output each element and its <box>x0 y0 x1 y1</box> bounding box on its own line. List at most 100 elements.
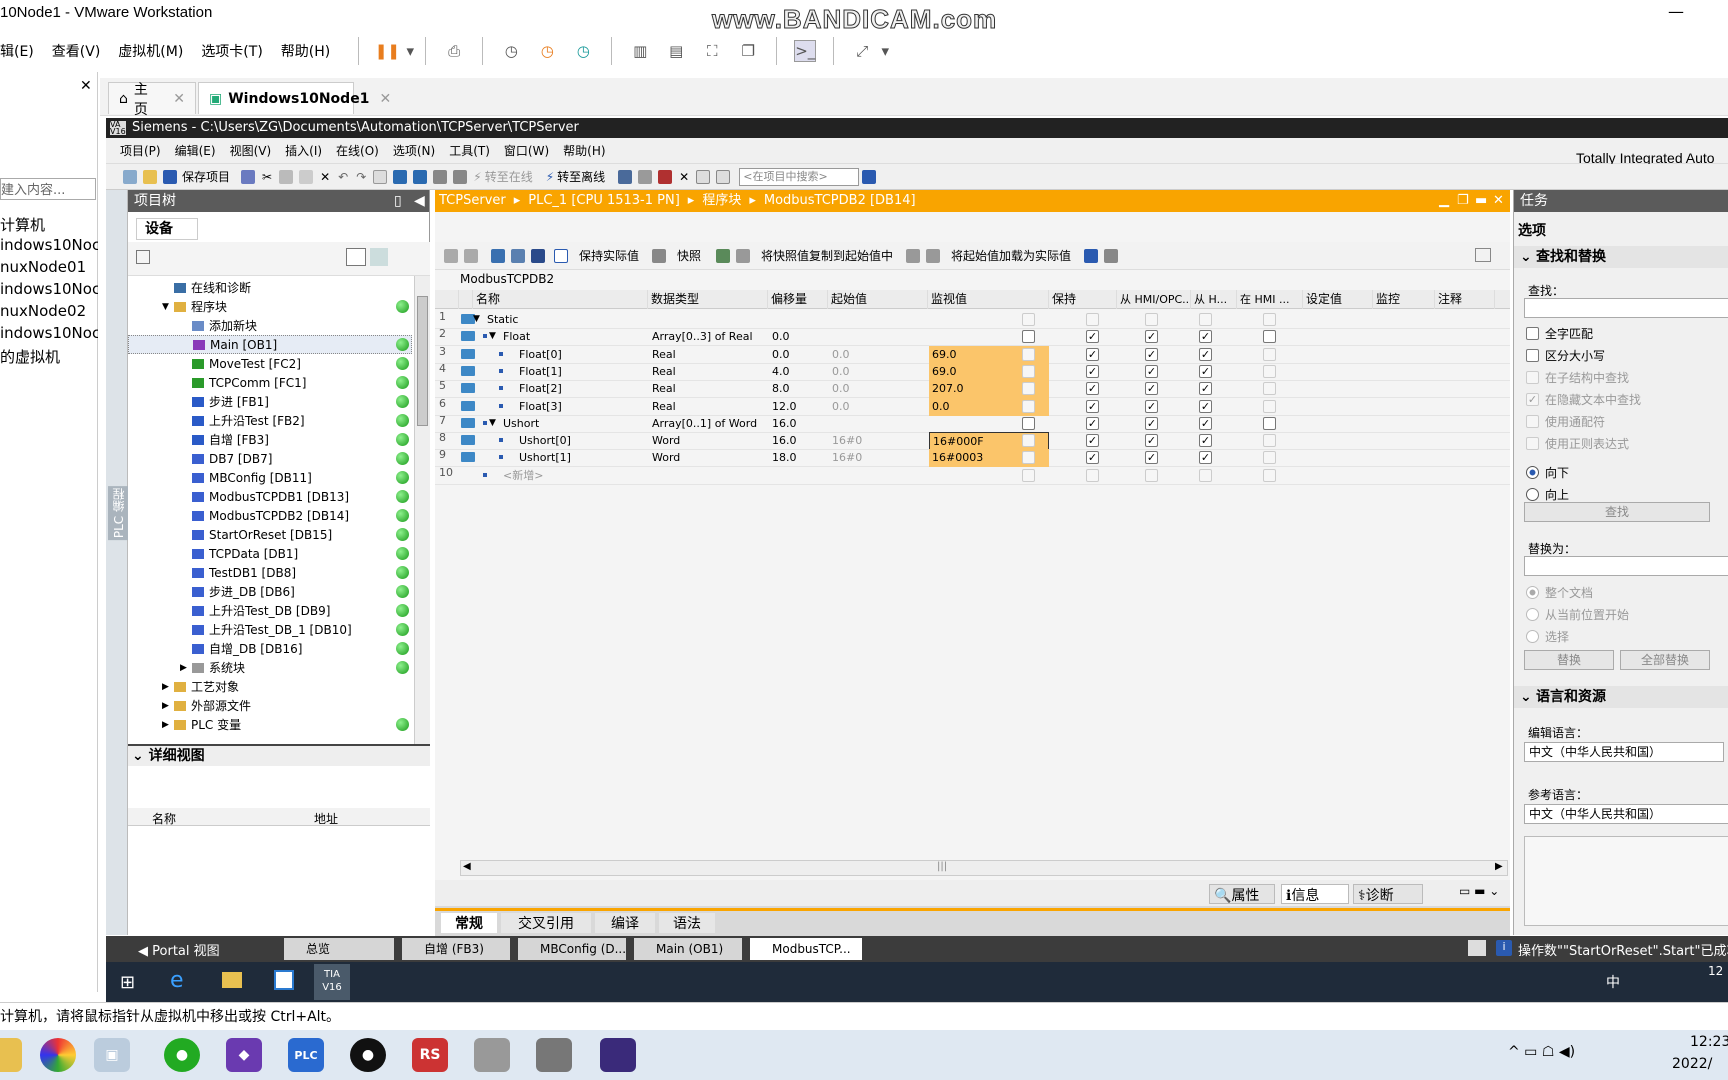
keep-actual-values-button[interactable]: 保持实际值 <box>579 247 639 264</box>
column-comment[interactable]: 注释 <box>1435 290 1495 309</box>
tab-properties[interactable]: 🔍属性 <box>1209 884 1275 904</box>
tree-item[interactable]: 上升沿Test_DB_1 [DB10] <box>128 620 412 639</box>
retain-checkbox[interactable] <box>1022 416 1035 430</box>
menu-help[interactable]: 帮助(H) <box>281 41 330 61</box>
minimize-button[interactable]: — <box>1668 2 1684 21</box>
accessible-devices-icon[interactable] <box>618 169 633 184</box>
tray-icons[interactable]: ^ ▭ ☖ ◀) <box>1508 1044 1575 1060</box>
fullscreen-icon[interactable]: ⛶ <box>701 40 723 62</box>
tree-item[interactable]: 添加新块 <box>128 316 412 335</box>
tab-info[interactable]: ℹ信息 <box>1281 884 1349 904</box>
scrollbar-thumb[interactable] <box>417 296 428 426</box>
hmi-checkbox[interactable]: ✓ <box>1145 382 1158 396</box>
detail-view-header[interactable]: ⌄ 详细视图 <box>128 746 430 766</box>
database-icon[interactable] <box>474 1038 510 1072</box>
find-input[interactable] <box>1524 298 1728 318</box>
expand-icon[interactable]: ▼ <box>489 414 496 433</box>
go-online-icon[interactable]: ⚡ <box>473 170 481 184</box>
hmi-checkbox[interactable]: ✓ <box>1145 416 1158 430</box>
file-explorer-icon[interactable] <box>222 972 242 988</box>
library-item[interactable]: nuxNode01 <box>0 258 98 280</box>
new-project-icon[interactable] <box>123 169 137 184</box>
column-in-hmi[interactable]: 在 HMI ... <box>1237 290 1303 309</box>
unity-icon[interactable]: ❐ <box>737 40 759 62</box>
split-vertical-icon[interactable] <box>716 169 731 184</box>
direction-down-option[interactable]: 向下 <box>1526 464 1569 481</box>
hmi-checkbox[interactable]: ✓ <box>1145 347 1158 361</box>
setpoint-checkbox[interactable] <box>1263 416 1276 430</box>
breadcrumb-item[interactable]: PLC_1 [CPU 1513-1 PN] <box>528 190 680 212</box>
column-retain[interactable]: 保持 <box>1049 290 1117 309</box>
from-cursor-option[interactable]: 从当前位置开始 <box>1526 606 1629 623</box>
tree-item[interactable]: MBConfig [DB11] <box>128 468 412 487</box>
checkbox[interactable] <box>1526 415 1539 428</box>
rs-icon[interactable]: RS <box>412 1038 448 1072</box>
replace-input[interactable] <box>1524 556 1728 576</box>
split-editor-icon[interactable] <box>373 169 388 184</box>
table-row[interactable]: 6 Float[3] Real 12.0 0.0 0.0 ✓ ✓ ✓ <box>435 397 1510 416</box>
tab-mbconfig[interactable]: MBConfig (D... <box>518 938 626 960</box>
breadcrumb-item[interactable]: ModbusTCPDB2 [DB14] <box>764 190 916 212</box>
tree-tool-icon[interactable] <box>136 250 150 264</box>
radio[interactable] <box>1526 488 1539 501</box>
revert-snapshot-icon[interactable]: ◷ <box>536 40 558 62</box>
hmi-checkbox[interactable]: ✓ <box>1145 399 1158 413</box>
tree-item[interactable]: 上升沿Test [FB2] <box>128 411 412 430</box>
menu-edit[interactable]: 编辑(E) <box>175 142 216 159</box>
vmware-icon[interactable]: ▣ <box>94 1038 130 1072</box>
hmi-checkbox[interactable] <box>1199 468 1212 482</box>
insert-row-icon[interactable] <box>444 248 458 263</box>
library-search-input[interactable]: 建入内容... <box>0 178 96 200</box>
retain-checkbox[interactable] <box>1022 468 1035 482</box>
library-item[interactable]: indows10Noc <box>0 280 98 302</box>
hmi-checkbox[interactable]: ✓ <box>1199 347 1212 361</box>
expander-icon[interactable]: ▼ <box>162 302 174 312</box>
tree-item[interactable]: 步进_DB [DB6] <box>128 582 412 601</box>
hmi-checkbox[interactable]: ✓ <box>1086 451 1099 465</box>
tab-modbustcp[interactable]: ModbusTCP... <box>750 938 862 960</box>
delete-icon[interactable]: ✕ <box>320 170 330 184</box>
tree-item[interactable]: StartOrReset [DB15] <box>128 525 412 544</box>
go-online-button[interactable]: 转至在线 <box>485 168 533 185</box>
substructure-option[interactable]: 在子结构中查找 <box>1526 369 1629 386</box>
stretch-icon[interactable]: ⤢ <box>851 40 873 62</box>
plc-programming-tab[interactable]: PLC 编程 <box>108 486 129 541</box>
column-hmi-opc[interactable]: 从 HMI/OPC... <box>1117 290 1191 309</box>
tool-icon[interactable] <box>536 1038 572 1072</box>
cut-icon[interactable]: ✂ <box>262 170 272 184</box>
direction-up-option[interactable]: 向上 <box>1526 486 1569 503</box>
hmi-checkbox[interactable] <box>1145 313 1158 326</box>
hmi-checkbox[interactable] <box>1145 468 1158 482</box>
save-project-button[interactable]: 保存项目 <box>182 168 230 185</box>
snapshot-manager-icon[interactable]: ◷ <box>572 40 594 62</box>
column-name[interactable]: 名称 <box>152 810 176 827</box>
hmi-checkbox[interactable]: ✓ <box>1086 416 1099 430</box>
hmi-checkbox[interactable]: ✓ <box>1199 364 1212 378</box>
menu-options[interactable]: 选项(N) <box>393 142 435 159</box>
tab-windows10node1[interactable]: ▣ Windows10Node1 ✕ <box>198 82 391 114</box>
hmi-checkbox[interactable] <box>1199 313 1212 326</box>
terminal-icon[interactable] <box>600 1038 636 1072</box>
hmi-checkbox[interactable] <box>1086 313 1099 326</box>
column-monitor-value[interactable]: 监视值 <box>928 290 1049 309</box>
menu-project[interactable]: 项目(P) <box>120 142 161 159</box>
regex-option[interactable]: 使用正则表达式 <box>1526 435 1629 452</box>
breadcrumb-item[interactable]: 程序块 <box>702 190 741 212</box>
float-icon[interactable]: ▬ <box>1475 190 1487 212</box>
snapshot-icon[interactable]: ◷ <box>500 40 522 62</box>
copy-icon[interactable] <box>279 169 294 184</box>
tree-item[interactable]: ▶ 工艺对象 <box>128 677 412 696</box>
hmi-checkbox[interactable]: ✓ <box>1086 347 1099 361</box>
tree-item[interactable]: ModbusTCPDB1 [DB13] <box>128 487 412 506</box>
status-icon[interactable] <box>1468 940 1486 956</box>
snapshot-icon[interactable] <box>652 248 667 263</box>
snapshot-button[interactable]: 快照 <box>677 247 701 264</box>
menu-window[interactable]: 窗口(W) <box>504 142 549 159</box>
table-row[interactable]: 2 ▼ Float Array[0..3] of Real 0.0 ✓ ✓ ✓ <box>435 327 1510 347</box>
column-supervision[interactable]: 监控 <box>1373 290 1435 309</box>
collapse-icon[interactable]: ◀ <box>414 190 425 212</box>
chevron-down-icon[interactable]: ⌄ <box>132 748 144 764</box>
icon[interactable] <box>906 248 921 263</box>
tree-item[interactable]: MoveTest [FC2] <box>128 354 412 373</box>
stop-cpu-icon[interactable] <box>658 169 673 184</box>
